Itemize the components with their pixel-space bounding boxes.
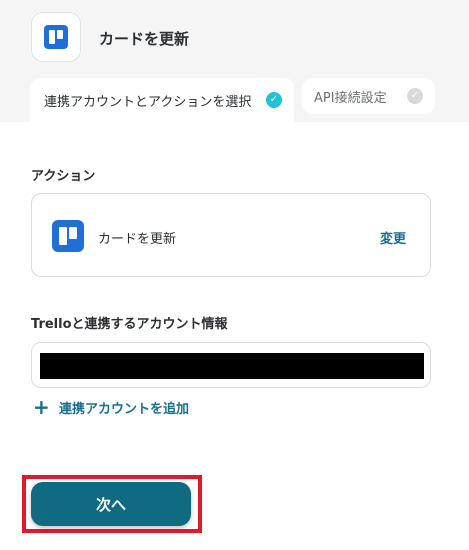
check-icon: ✓ [407, 88, 423, 104]
account-select-field[interactable] [31, 342, 431, 388]
trello-icon [44, 25, 68, 49]
next-button[interactable]: 次へ [31, 482, 191, 526]
account-section-label: Trelloと連携するアカウント情報 [31, 317, 228, 332]
tab-api-settings[interactable]: API接続設定 ✓ [302, 78, 435, 114]
tab-select-account-action[interactable]: 連携アカウントとアクションを選択 ✓ [30, 78, 294, 122]
tab-label: API接続設定 [314, 90, 387, 106]
action-section-label: アクション [31, 169, 96, 184]
tab-label: 連携アカウントとアクションを選択 [44, 94, 252, 110]
check-icon: ✓ [266, 92, 282, 108]
plus-icon: + [33, 395, 50, 419]
trello-icon [52, 220, 84, 252]
action-name: カードを更新 [98, 232, 177, 247]
page-title: カードを更新 [99, 30, 190, 48]
add-account-label: 連携アカウントを追加 [59, 401, 190, 417]
add-account-link[interactable]: + 連携アカウントを追加 [33, 397, 189, 417]
change-action-link[interactable]: 変更 [380, 228, 406, 247]
app-logo [31, 12, 81, 62]
header: カードを更新 連携アカウントとアクションを選択 ✓ API接続設定 ✓ [0, 0, 469, 122]
redacted-account-value [40, 353, 424, 379]
action-card: カードを更新 変更 [31, 193, 431, 277]
